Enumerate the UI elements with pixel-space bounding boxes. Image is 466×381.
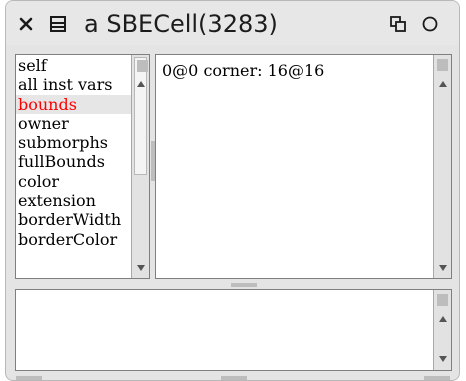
field-list-pane[interactable]: self all inst vars bounds owner submorph… bbox=[15, 54, 150, 279]
scrollbar-thumb[interactable] bbox=[134, 57, 148, 175]
list-item[interactable]: self bbox=[16, 56, 131, 75]
scroll-down-icon[interactable] bbox=[435, 261, 450, 274]
list-item[interactable]: extension bbox=[16, 191, 131, 210]
value-scrollbar[interactable] bbox=[433, 55, 451, 278]
inspector-window: a SBECell(3283) self all inst vars bound… bbox=[5, 0, 460, 381]
list-item-selected[interactable]: bounds bbox=[16, 94, 131, 114]
list-item[interactable]: submorphs bbox=[16, 133, 131, 152]
list-item[interactable]: borderColor bbox=[16, 230, 131, 249]
collapse-icon[interactable] bbox=[387, 13, 409, 35]
horizontal-splitter[interactable] bbox=[231, 283, 257, 287]
window-title: a SBECell(3283) bbox=[84, 10, 278, 38]
scrollbar-grip bbox=[437, 59, 448, 71]
scrollbar-grip bbox=[437, 294, 448, 306]
list-item[interactable]: color bbox=[16, 172, 131, 191]
list-item[interactable]: owner bbox=[16, 114, 131, 133]
scrollbar-grip bbox=[137, 60, 148, 72]
value-pane[interactable]: 0@0 corner: 16@16 bbox=[155, 54, 452, 279]
scroll-down-icon[interactable] bbox=[133, 261, 148, 274]
field-list: self all inst vars bounds owner submorph… bbox=[16, 55, 131, 278]
scroll-down-icon[interactable] bbox=[435, 352, 450, 365]
list-item[interactable]: all inst vars bbox=[16, 75, 131, 94]
evaluation-scrollbar[interactable] bbox=[433, 290, 451, 370]
evaluation-pane[interactable] bbox=[15, 289, 452, 371]
field-list-scrollbar[interactable] bbox=[131, 55, 149, 278]
resize-grip[interactable] bbox=[424, 376, 450, 380]
resize-grip[interactable] bbox=[221, 376, 247, 380]
scroll-up-icon[interactable] bbox=[133, 77, 148, 90]
scroll-up-icon[interactable] bbox=[435, 77, 450, 90]
resize-grip[interactable] bbox=[16, 376, 42, 380]
expand-icon[interactable] bbox=[419, 13, 441, 35]
list-item[interactable]: fullBounds bbox=[16, 152, 131, 171]
list-item[interactable]: borderWidth bbox=[16, 210, 131, 229]
value-text[interactable]: 0@0 corner: 16@16 bbox=[162, 61, 324, 80]
window-menu-icon[interactable] bbox=[46, 13, 70, 35]
scroll-up-icon[interactable] bbox=[435, 312, 450, 325]
close-icon[interactable] bbox=[16, 13, 36, 35]
title-bar[interactable]: a SBECell(3283) bbox=[6, 1, 459, 45]
